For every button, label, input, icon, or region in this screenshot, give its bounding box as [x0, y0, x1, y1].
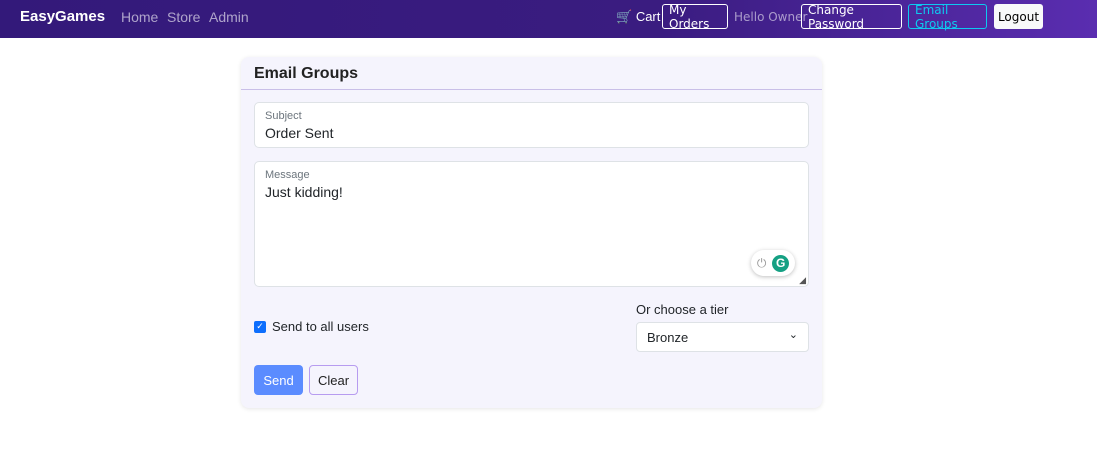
- tier-value: Bronze: [647, 330, 689, 345]
- message-value: Just kidding!: [265, 184, 343, 200]
- grammarly-widget[interactable]: ⏻ G: [751, 250, 795, 276]
- brand-logo[interactable]: EasyGames: [20, 8, 105, 25]
- my-orders-button[interactable]: My Orders: [662, 3, 728, 31]
- message-label: Message: [265, 169, 310, 181]
- message-field[interactable]: Message Just kidding! ⏻ G ◢: [254, 161, 809, 287]
- email-groups-button[interactable]: Email Groups: [908, 3, 987, 31]
- send-all-checkbox[interactable]: ✓ Send to all users: [254, 319, 369, 334]
- chevron-down-icon: ⌄: [788, 329, 798, 341]
- nav-home[interactable]: Home: [121, 9, 158, 25]
- send-button[interactable]: Send: [254, 365, 303, 395]
- logout-button[interactable]: Logout: [994, 4, 1043, 29]
- email-groups-card: Email Groups Subject Order Sent Message …: [241, 57, 822, 408]
- grammarly-icon[interactable]: G: [772, 254, 790, 272]
- subject-label: Subject: [265, 110, 302, 122]
- change-password-button[interactable]: Change Password: [801, 3, 902, 31]
- tier-select[interactable]: Bronze ⌄: [636, 322, 809, 352]
- power-icon[interactable]: ⏻: [757, 256, 767, 271]
- subject-value: Order Sent: [265, 125, 334, 141]
- subject-field[interactable]: Subject Order Sent: [254, 102, 809, 148]
- checkbox-checked-icon[interactable]: ✓: [254, 320, 266, 333]
- nav-admin[interactable]: Admin: [209, 9, 249, 25]
- greeting: Hello Owner: [734, 10, 808, 24]
- card-title: Email Groups: [241, 57, 822, 90]
- navbar: EasyGames Home Store Admin 🛒 Cart My Ord…: [0, 0, 1097, 38]
- tier-label: Or choose a tier: [636, 302, 729, 317]
- cart-link[interactable]: 🛒 Cart: [616, 9, 660, 25]
- resize-handle-icon[interactable]: ◢: [799, 275, 806, 286]
- send-all-label: Send to all users: [272, 319, 369, 334]
- clear-button[interactable]: Clear: [309, 365, 358, 395]
- cart-label: Cart: [635, 9, 661, 24]
- cart-icon: 🛒: [616, 9, 633, 24]
- nav-store[interactable]: Store: [167, 9, 200, 25]
